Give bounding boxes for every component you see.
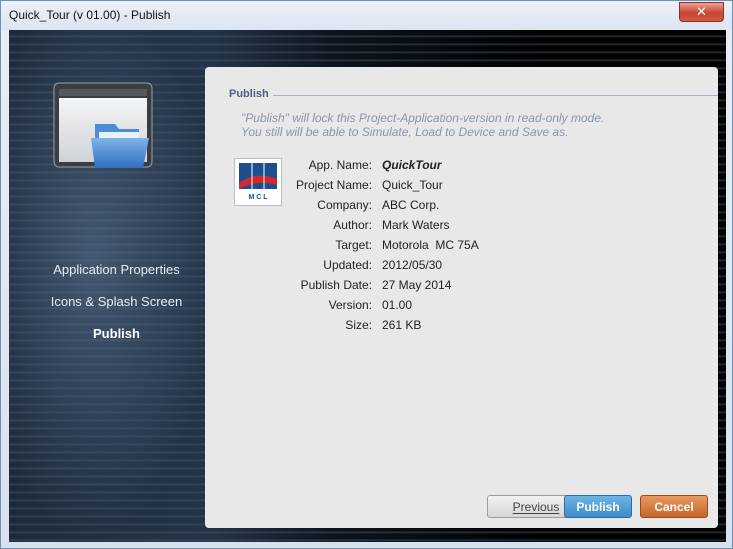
- size-label: Size:: [345, 318, 372, 332]
- target-value: Motorola MC 75A: [382, 238, 479, 252]
- app-name-value: QuickTour: [382, 158, 442, 172]
- publish-button-label: Publish: [576, 499, 620, 514]
- target-label: Target:: [335, 238, 372, 252]
- publish-description: "Publish" will lock this Project-Applica…: [241, 111, 604, 139]
- size-value: 261 KB: [382, 318, 422, 332]
- version-label: Version:: [328, 298, 372, 312]
- app-logo: M C L: [234, 158, 282, 206]
- project-name-label: Project Name:: [295, 178, 372, 192]
- mcl-logo-icon: M C L: [239, 163, 277, 201]
- dialog-window: Quick_Tour (v 01.00) - Publish ✕ Applica…: [0, 0, 733, 549]
- close-button[interactable]: ✕: [679, 2, 724, 22]
- version-value: 01.00: [382, 298, 413, 312]
- publish-date-value: 27 May 2014: [382, 278, 452, 292]
- project-name-value: Quick_Tour: [382, 178, 443, 192]
- publish-button[interactable]: Publish: [564, 495, 632, 518]
- updated-value: 2012/05/30: [382, 258, 443, 272]
- close-icon: ✕: [696, 4, 707, 20]
- description-line-1: "Publish" will lock this Project-Applica…: [241, 111, 605, 125]
- company-value: ABC Corp.: [382, 198, 440, 212]
- app-name-label: App. Name:: [308, 158, 372, 172]
- description-line-2: You still will be able to Simulate, Load…: [241, 125, 569, 139]
- previous-button-label: Previous: [512, 499, 560, 514]
- title-bar: Quick_Tour (v 01.00) - Publish ✕: [1, 1, 732, 30]
- section-title: Publish: [229, 88, 269, 100]
- application-folder-icon: [53, 82, 153, 168]
- nav-item-icons-splash-screen[interactable]: Icons & Splash Screen: [9, 294, 224, 326]
- author-value: Mark Waters: [382, 218, 450, 232]
- nav-item-publish[interactable]: Publish: [9, 326, 224, 358]
- cancel-button[interactable]: Cancel: [640, 495, 708, 518]
- wizard-client-area: Application Properties Icons & Splash Sc…: [9, 30, 726, 542]
- wizard-steps-nav: Application Properties Icons & Splash Sc…: [9, 262, 224, 358]
- window-title: Quick_Tour (v 01.00) - Publish: [9, 8, 171, 22]
- cancel-button-label: Cancel: [654, 499, 694, 514]
- updated-label: Updated:: [323, 258, 372, 272]
- company-label: Company:: [317, 198, 372, 212]
- nav-item-application-properties[interactable]: Application Properties: [9, 262, 224, 294]
- publish-date-label: Publish Date:: [300, 278, 372, 292]
- author-label: Author:: [333, 218, 372, 232]
- section-divider: [273, 95, 718, 96]
- logo-text: M C L: [248, 194, 268, 201]
- publish-panel: Publish "Publish" will lock this Project…: [205, 67, 718, 528]
